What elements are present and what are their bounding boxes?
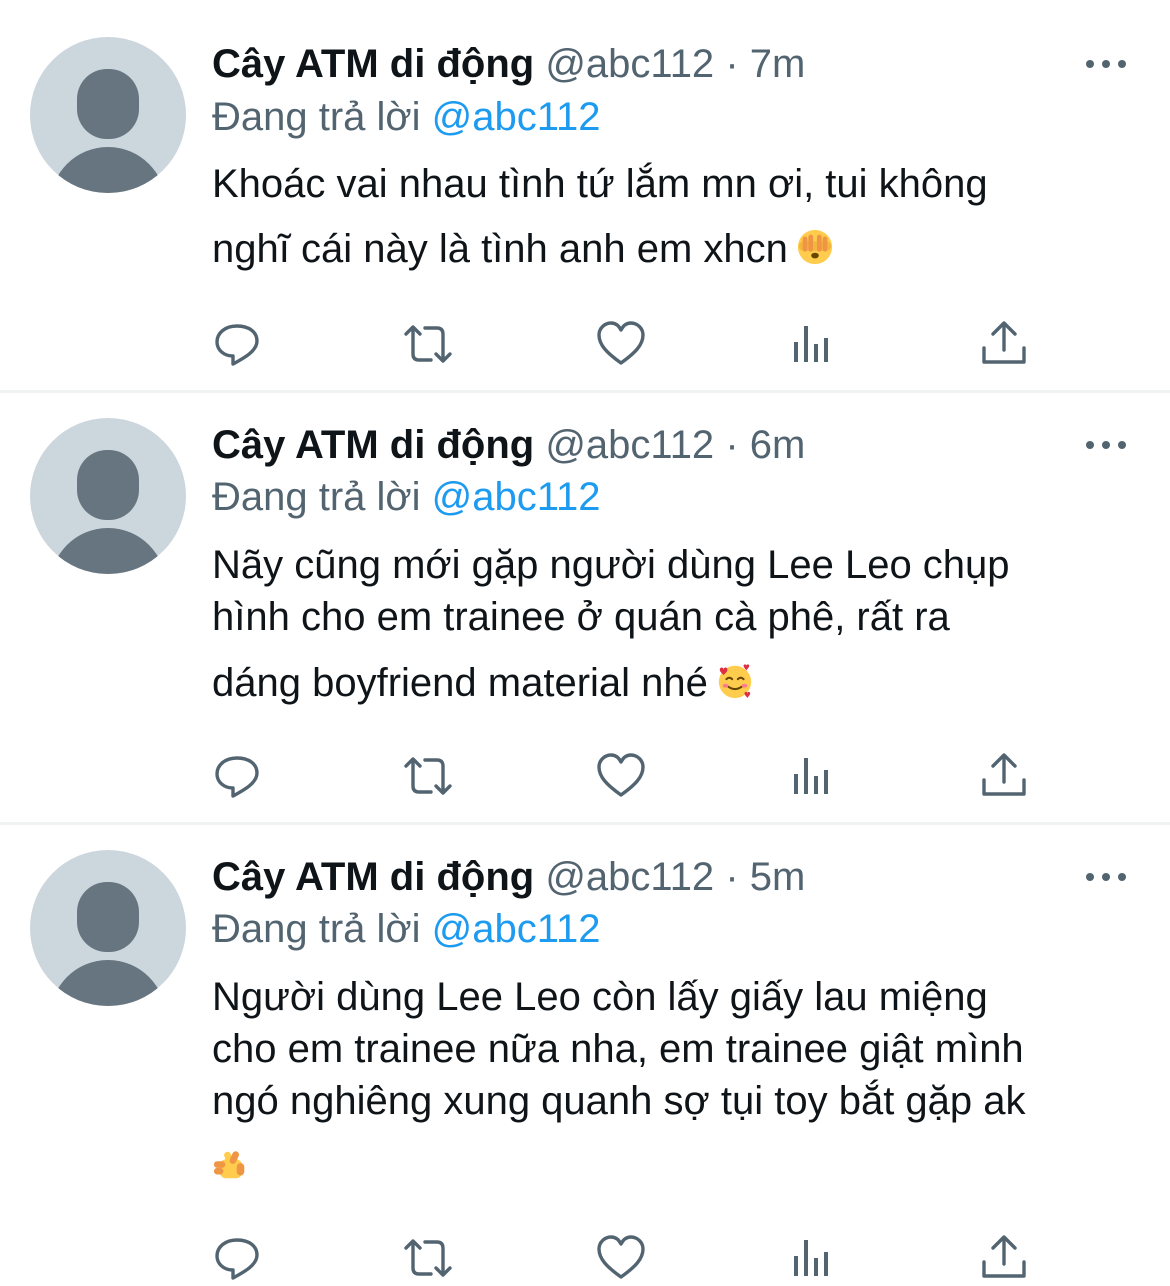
tweet-actions [0, 750, 1170, 802]
user-handle[interactable]: @abc112 [545, 855, 714, 899]
reply-button[interactable] [211, 318, 263, 370]
share-icon [982, 1235, 1026, 1278]
views-button[interactable] [787, 750, 839, 802]
retweet-icon [404, 757, 452, 795]
heart-icon [597, 1235, 645, 1279]
tweet-text-line [212, 1127, 1132, 1207]
user-handle[interactable]: @abc112 [545, 423, 714, 467]
reply-icon [215, 756, 259, 798]
retweet-button[interactable] [402, 750, 454, 802]
timestamp[interactable]: 6m [750, 423, 806, 467]
replying-to-label: Đang trả lời [212, 907, 421, 951]
heart-icon [597, 321, 645, 365]
tweet-text-line: ngó nghiêng xung quanh sợ tụi toy bắt gặ… [212, 1079, 1026, 1123]
analytics-icon [794, 326, 828, 362]
share-icon [982, 753, 1026, 796]
views-button[interactable] [787, 1232, 839, 1284]
replying-to-mention[interactable]: @abc112 [432, 95, 601, 139]
replying-to: Đang trả lời @abc112 [212, 90, 601, 144]
separator-dot: · [725, 855, 739, 899]
tweet-header: Cây ATM di động @abc112 · 6m [212, 417, 805, 473]
tweet-text: Khoác vai nhau tình tứ lắm mn ơi, tui kh… [212, 152, 1132, 282]
tweet-text: Nãy cũng mới gặp người dùng Lee Leo chụp… [212, 539, 1132, 723]
tweet-actions [0, 318, 1170, 370]
analytics-icon [794, 1240, 828, 1276]
like-button[interactable] [595, 318, 647, 370]
reply-button[interactable] [211, 1232, 263, 1284]
tweet[interactable]: Cây ATM di động @abc112 · 6m Đang trả lờ… [0, 393, 1170, 823]
tweet-text: Người dùng Lee Leo còn lấy giấy lau miện… [212, 971, 1132, 1207]
replying-to-mention[interactable]: @abc112 [432, 907, 601, 951]
retweet-icon [404, 325, 452, 363]
tweet-text-line: Khoác vai nhau tình tứ lắm mn ơi, tui kh… [212, 162, 988, 206]
tweet-text-line: hình cho em trainee ở quán cà phê, rất r… [212, 595, 950, 639]
avatar[interactable] [30, 37, 186, 193]
share-icon [982, 321, 1026, 364]
tweet-text-line: nghĩ cái này là tình anh em xhcn [212, 217, 1132, 282]
reply-icon [215, 1238, 259, 1280]
separator-dot: · [725, 42, 739, 86]
retweet-button[interactable] [402, 318, 454, 370]
replying-to-label: Đang trả lời [212, 475, 421, 519]
face-with-peeking-eye-emoji [797, 229, 833, 265]
more-options-button[interactable] [1086, 56, 1126, 72]
replying-to-label: Đang trả lời [212, 95, 421, 139]
replying-to: Đang trả lời @abc112 [212, 470, 601, 524]
more-options-button[interactable] [1086, 437, 1126, 453]
tweet[interactable]: Cây ATM di động @abc112 · 5m Đang trả lờ… [0, 825, 1170, 1286]
smiling-face-with-hearts-emoji [718, 664, 752, 699]
views-button[interactable] [787, 318, 839, 370]
reply-icon [215, 324, 259, 366]
timestamp[interactable]: 5m [750, 855, 806, 899]
avatar[interactable] [30, 418, 186, 574]
share-button[interactable] [978, 318, 1030, 370]
replying-to-mention[interactable]: @abc112 [432, 475, 601, 519]
timestamp[interactable]: 7m [750, 42, 806, 86]
tweet-text-line: Người dùng Lee Leo còn lấy giấy lau miện… [212, 975, 988, 1019]
tweet[interactable]: Cây ATM di động @abc112 · 7m Đang trả lờ… [0, 0, 1170, 392]
user-handle[interactable]: @abc112 [545, 42, 714, 86]
separator-dot: · [725, 423, 739, 467]
tweet-text-line: Nãy cũng mới gặp người dùng Lee Leo chụp [212, 543, 1010, 587]
share-button[interactable] [978, 1232, 1030, 1284]
retweet-icon [404, 1239, 452, 1277]
tweet-text-line: cho em trainee nữa nha, em trainee giật … [212, 1027, 1024, 1071]
heart-icon [597, 753, 645, 797]
reply-button[interactable] [211, 750, 263, 802]
hand-with-index-finger-and-thumb-crossed-emoji [213, 1151, 245, 1179]
tweet-header: Cây ATM di động @abc112 · 7m [212, 36, 805, 92]
replying-to: Đang trả lời @abc112 [212, 902, 601, 956]
display-name[interactable]: Cây ATM di động [212, 855, 534, 899]
tweet-actions [0, 1232, 1170, 1284]
display-name[interactable]: Cây ATM di động [212, 42, 534, 86]
like-button[interactable] [595, 1232, 647, 1284]
analytics-icon [794, 758, 828, 794]
avatar[interactable] [30, 850, 186, 1006]
display-name[interactable]: Cây ATM di động [212, 423, 534, 467]
retweet-button[interactable] [402, 1232, 454, 1284]
more-options-button[interactable] [1086, 869, 1126, 885]
tweet-text-line: dáng boyfriend material nhé [212, 643, 1132, 723]
share-button[interactable] [978, 750, 1030, 802]
tweet-header: Cây ATM di động @abc112 · 5m [212, 849, 805, 905]
like-button[interactable] [595, 750, 647, 802]
